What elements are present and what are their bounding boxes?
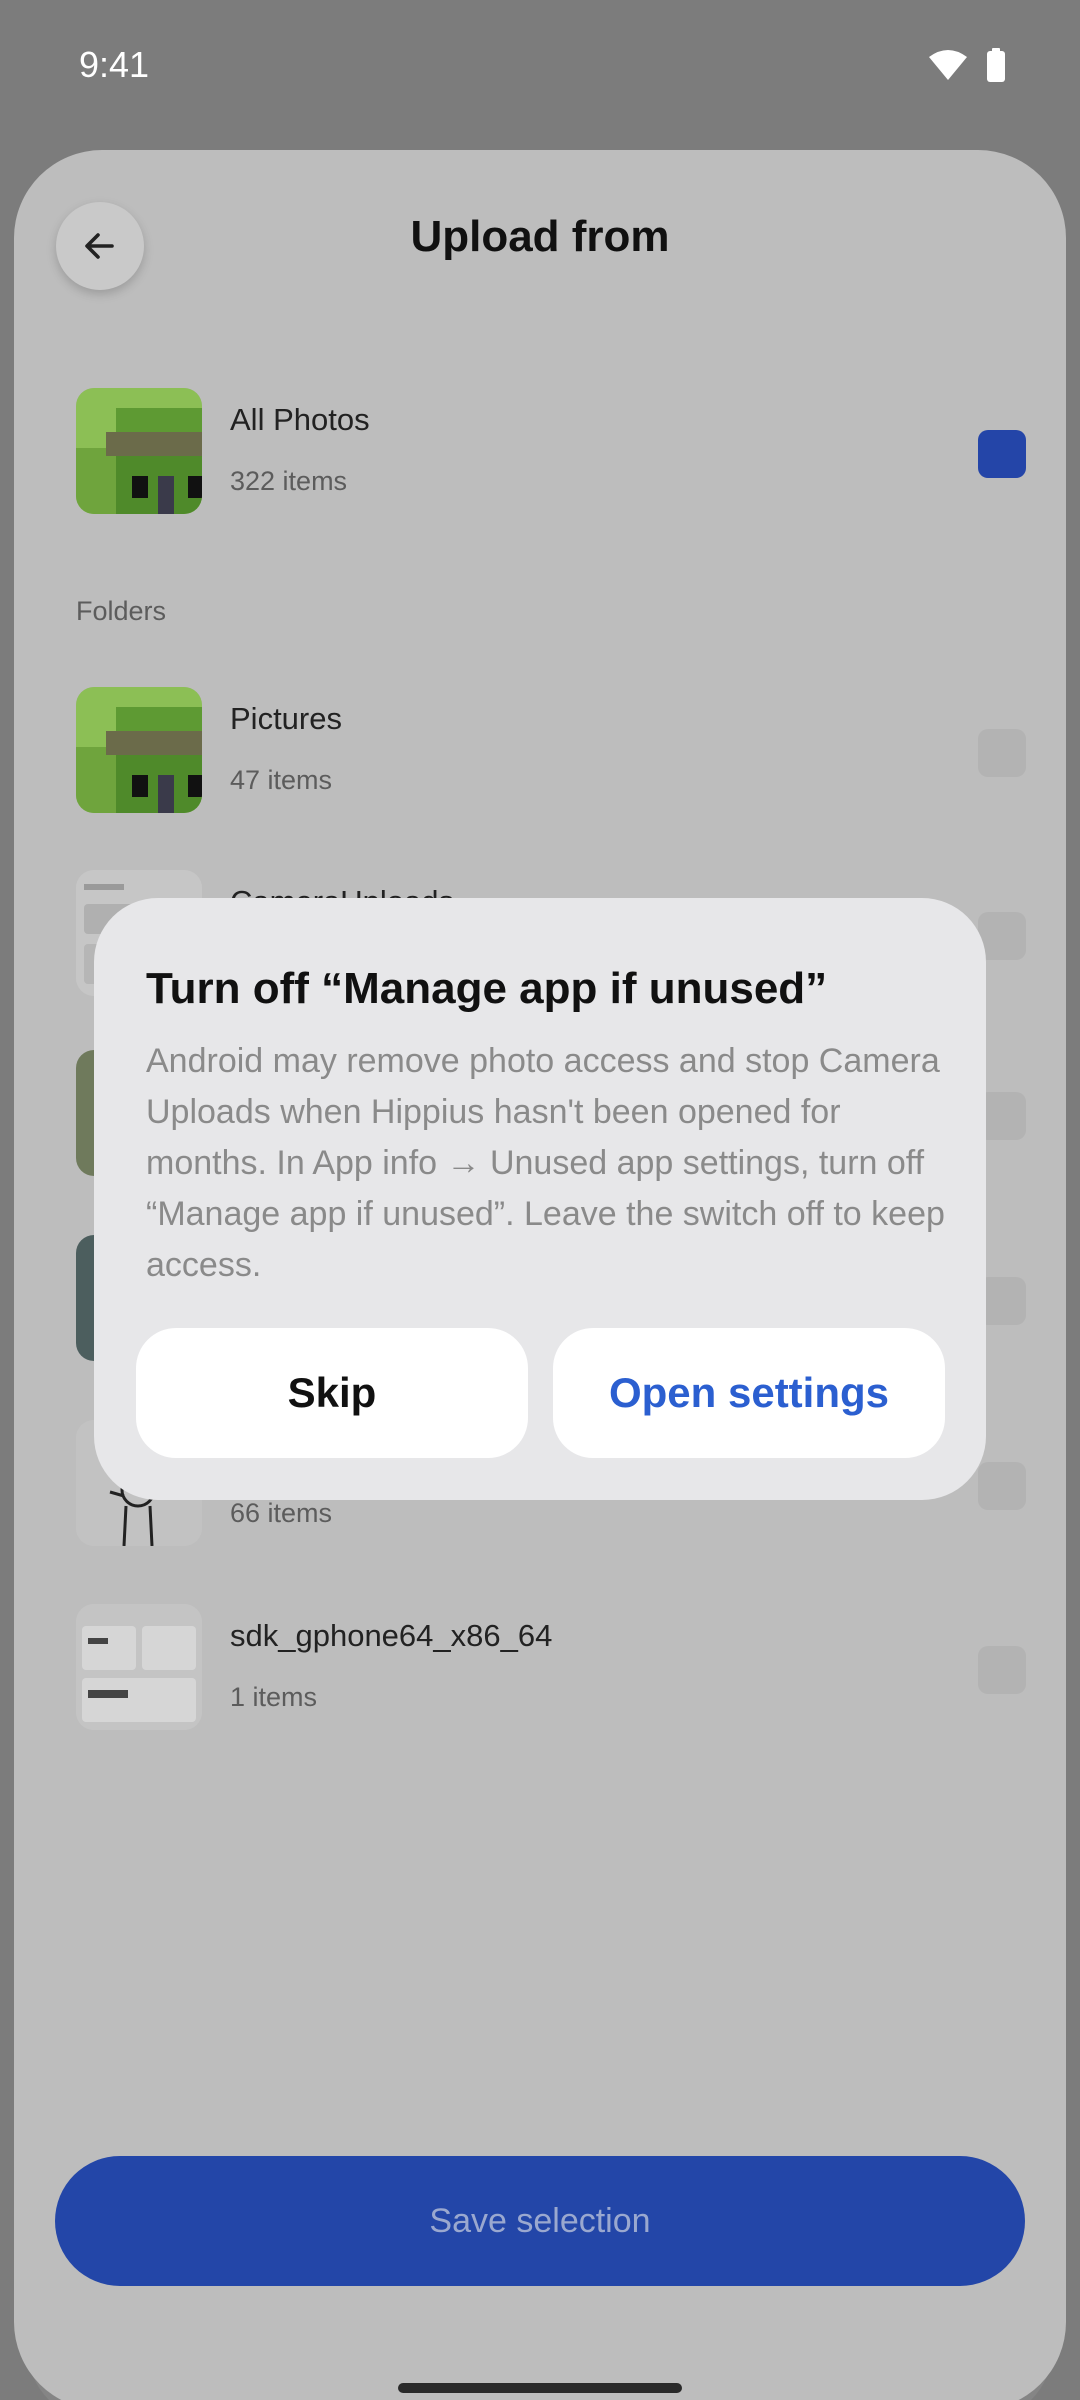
folder-title: Pictures bbox=[230, 701, 342, 736]
folder-count: 66 items bbox=[230, 1498, 333, 1528]
skip-button[interactable]: Skip bbox=[136, 1328, 528, 1458]
folder-checkbox[interactable] bbox=[978, 1646, 1026, 1694]
all-photos-title: All Photos bbox=[230, 402, 370, 437]
folder-count: 47 items bbox=[230, 765, 333, 795]
folders-section-label: Folders bbox=[76, 596, 167, 626]
status-icons bbox=[928, 48, 1006, 82]
all-photos-row[interactable]: All Photos 322 items bbox=[76, 388, 1026, 514]
open-settings-button[interactable]: Open settings bbox=[553, 1328, 945, 1458]
folder-count: 1 items bbox=[230, 1682, 318, 1712]
folder-title: sdk_gphone64_x86_64 bbox=[230, 1618, 553, 1653]
all-photos-thumbnail bbox=[76, 388, 202, 514]
home-indicator[interactable] bbox=[398, 2383, 682, 2393]
wifi-icon bbox=[928, 49, 968, 81]
folder-checkbox[interactable] bbox=[978, 729, 1026, 777]
dialog-title: Turn off “Manage app if unused” bbox=[146, 964, 828, 1013]
dialog-body: Android may remove photo access and stop… bbox=[146, 1042, 945, 1284]
all-photos-count: 322 items bbox=[230, 466, 348, 496]
status-time: 9:41 bbox=[79, 44, 150, 85]
folder-checkbox[interactable] bbox=[978, 1462, 1026, 1510]
folder-row-pictures[interactable]: Pictures 47 items bbox=[76, 687, 1026, 813]
save-selection-button[interactable]: Save selection bbox=[55, 2156, 1025, 2286]
folder-row-sdk-gphone[interactable]: sdk_gphone64_x86_64 1 items bbox=[76, 1604, 1026, 1730]
manage-app-dialog: Turn off “Manage app if unused” Android … bbox=[94, 898, 986, 1500]
all-photos-checkbox[interactable] bbox=[978, 430, 1026, 478]
status-bar: 9:41 bbox=[0, 0, 1080, 135]
battery-icon bbox=[986, 48, 1006, 82]
page-title: Upload from bbox=[410, 212, 670, 261]
folder-thumbnail bbox=[76, 1604, 202, 1730]
folder-thumbnail bbox=[76, 687, 202, 813]
